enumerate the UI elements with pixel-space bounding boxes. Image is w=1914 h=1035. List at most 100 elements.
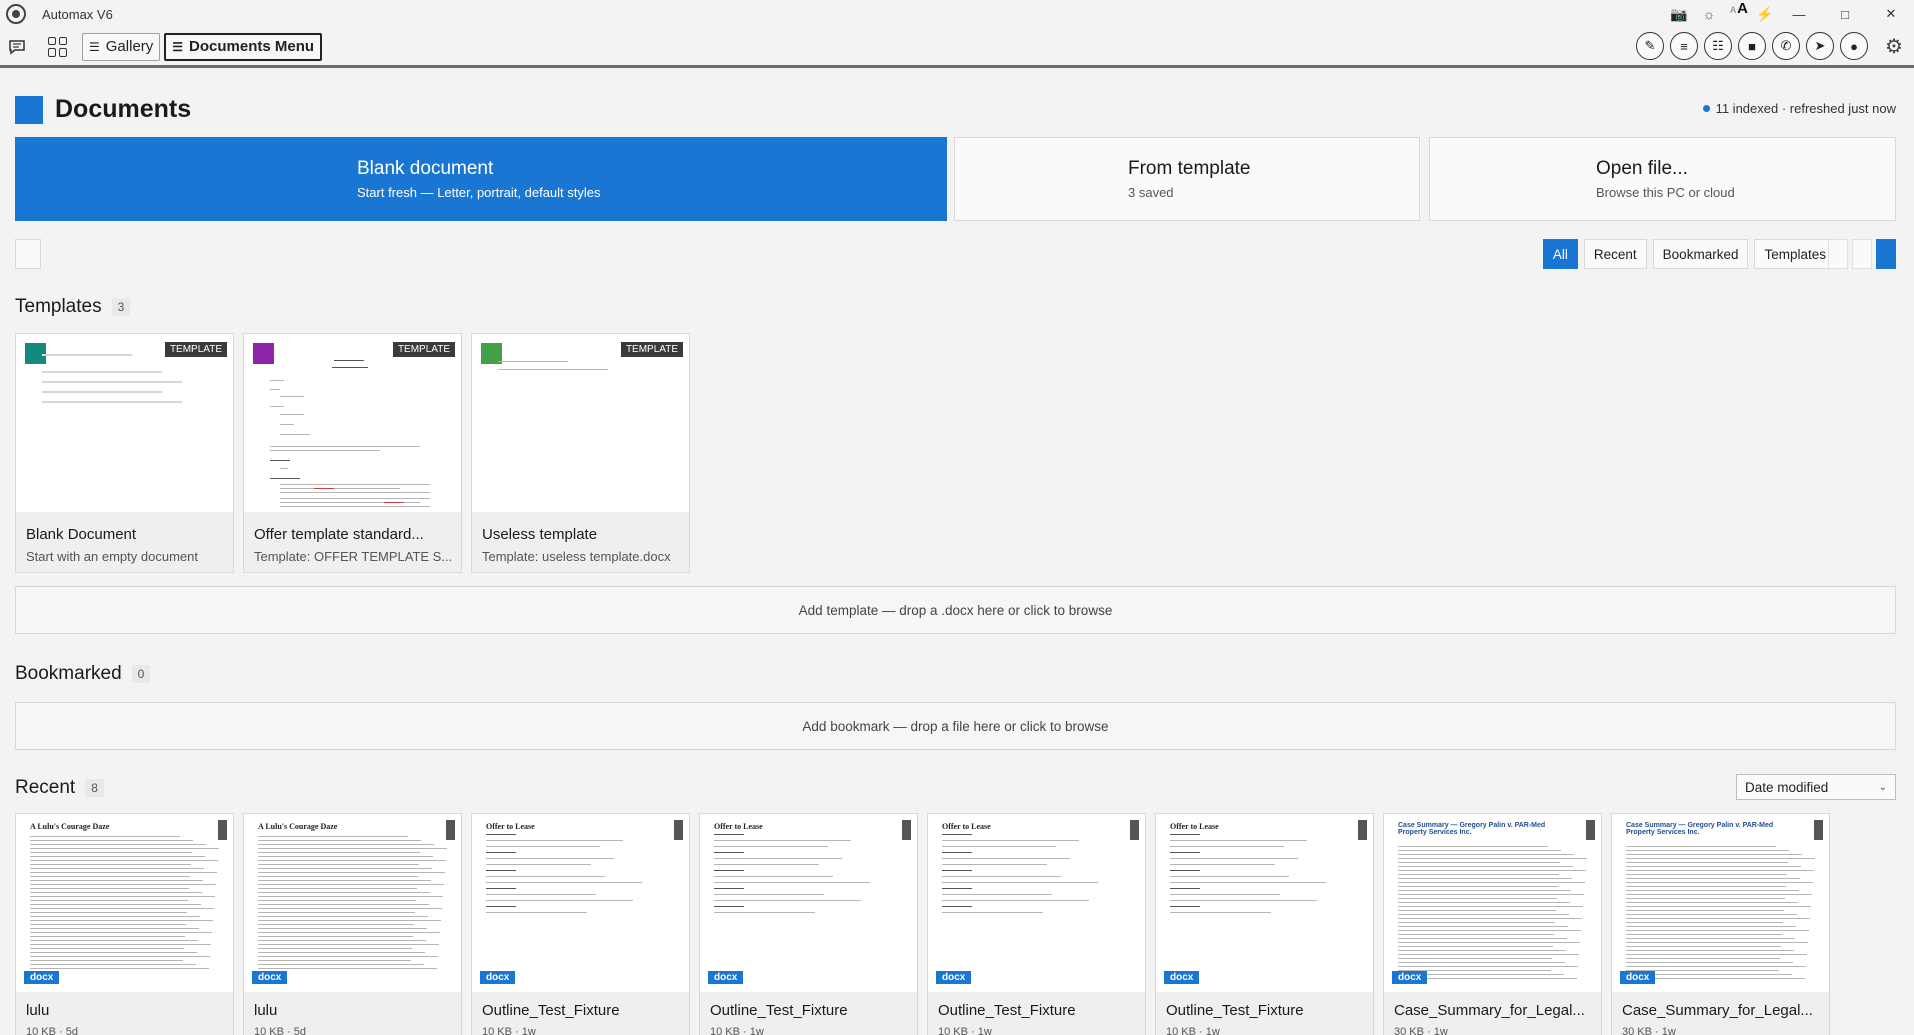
sort-dropdown[interactable]: Date modified ⌄ bbox=[1736, 774, 1896, 800]
message-icon[interactable]: ● bbox=[1840, 32, 1868, 60]
maximize-icon[interactable]: □ bbox=[1822, 0, 1868, 28]
phone-icon[interactable]: ✆ bbox=[1772, 32, 1800, 60]
bookmark-icon[interactable] bbox=[674, 820, 683, 840]
brightness-icon[interactable]: ☼ bbox=[1694, 0, 1724, 28]
thumbnail-title: Offer to Lease bbox=[942, 822, 991, 831]
chat-icon[interactable] bbox=[6, 36, 28, 58]
close-icon[interactable]: ✕ bbox=[1868, 0, 1914, 28]
view-compact-button[interactable] bbox=[1852, 239, 1872, 269]
bookmark-icon[interactable] bbox=[1586, 820, 1595, 840]
automax-logo-icon bbox=[6, 4, 26, 24]
bookmark-icon[interactable] bbox=[1814, 820, 1823, 840]
signature-icon[interactable]: ✎ bbox=[1636, 32, 1664, 60]
search-box[interactable] bbox=[15, 239, 41, 269]
add-bookmark-dropzone[interactable]: Add bookmark — drop a file here or click… bbox=[15, 702, 1896, 750]
recent-document-card[interactable]: Offer to Lease docx Outline_Test_Fixture 10… bbox=[1155, 813, 1374, 1035]
filter-recent[interactable]: Recent bbox=[1583, 239, 1647, 269]
template-subtitle: Template: OFFER TEMPLATE S... bbox=[254, 549, 453, 564]
bookmark-icon[interactable] bbox=[1358, 820, 1367, 840]
recent-document-card[interactable]: Case Summary — Gregory Palin v. PAR-Med … bbox=[1611, 813, 1830, 1035]
page-title: Documents bbox=[55, 95, 192, 123]
open-file-button[interactable]: Open file... Browse this PC or cloud bbox=[1429, 137, 1896, 221]
recent-document-card[interactable]: A Lulu's Courage Daze docx lulu 10 KB · 5d bbox=[243, 813, 462, 1035]
main-toolbar: ☰ Gallery ☰ Documents Menu ✎ ≡ ☷ ■ ✆ ➤ ●… bbox=[0, 28, 1914, 68]
filter-templates[interactable]: Templates bbox=[1754, 239, 1836, 269]
document-meta: 30 KB · 1w bbox=[1394, 1026, 1448, 1035]
camera-icon[interactable]: 📷 bbox=[1664, 0, 1694, 28]
recent-document-card[interactable]: Offer to Lease docx Outline_Test_Fixture 10… bbox=[471, 813, 690, 1035]
recent-document-card[interactable]: Offer to Lease docx Outline_Test_Fixture 10… bbox=[699, 813, 918, 1035]
minimize-icon[interactable]: — bbox=[1776, 0, 1822, 28]
filter-chips: All Recent Bookmarked Templates bbox=[1542, 239, 1836, 269]
document-name: Outline_Test_Fixture bbox=[482, 1002, 620, 1019]
thumbnail-title: A Lulu's Courage Daze bbox=[30, 822, 110, 831]
template-card-offer[interactable]: TEMPLATE Offer template standard... Temp… bbox=[243, 333, 462, 573]
template-color-swatch bbox=[253, 343, 274, 364]
template-name: Blank Document bbox=[26, 526, 137, 543]
resume-icon[interactable]: ≡ bbox=[1670, 32, 1698, 60]
template-thumbnail: TEMPLATE bbox=[244, 334, 461, 512]
tab-documents-menu[interactable]: ☰ Documents Menu bbox=[164, 32, 323, 61]
recent-count: 8 bbox=[85, 779, 104, 797]
send-icon[interactable]: ➤ bbox=[1806, 32, 1834, 60]
bookmark-icon[interactable] bbox=[446, 820, 455, 840]
filter-all[interactable]: All bbox=[1542, 239, 1578, 269]
bookmark-icon[interactable] bbox=[218, 820, 227, 840]
from-template-button[interactable]: From template 3 saved bbox=[954, 137, 1420, 221]
recent-document-card[interactable]: Offer to Lease docx Outline_Test_Fixture 10… bbox=[927, 813, 1146, 1035]
template-subtitle: Template: useless template.docx bbox=[482, 549, 671, 564]
template-badge: TEMPLATE bbox=[164, 342, 227, 357]
thumbnail-title: Offer to Lease bbox=[714, 822, 763, 831]
document-meta: 30 KB · 1w bbox=[1622, 1026, 1676, 1035]
document-name: Outline_Test_Fixture bbox=[938, 1002, 1076, 1019]
thumbnail-title: Offer to Lease bbox=[1170, 822, 1219, 831]
database-icon[interactable]: ☷ bbox=[1704, 32, 1732, 60]
status-dot-icon bbox=[1702, 105, 1710, 112]
menu-lines-icon: ☰ bbox=[172, 39, 184, 54]
template-card-blank[interactable]: TEMPLATE Blank Document Start with an em… bbox=[15, 333, 234, 573]
documents-page: Documents 11 indexed · refreshed just no… bbox=[0, 71, 1914, 1035]
template-badge: TEMPLATE bbox=[392, 342, 455, 357]
view-grid-button[interactable] bbox=[1876, 239, 1896, 269]
document-meta: 10 KB · 5d bbox=[254, 1026, 306, 1035]
document-thumbnail: Offer to Lease docx bbox=[700, 814, 917, 992]
templates-heading: Templates bbox=[15, 296, 102, 317]
template-card-useless[interactable]: TEMPLATE Useless template Template: usel… bbox=[471, 333, 690, 573]
template-thumbnail: TEMPLATE bbox=[16, 334, 233, 512]
document-name: Outline_Test_Fixture bbox=[1166, 1002, 1304, 1019]
document-name: lulu bbox=[254, 1002, 278, 1019]
recent-heading: Recent bbox=[15, 777, 76, 798]
document-meta: 10 KB · 5d bbox=[26, 1026, 78, 1035]
view-list-button[interactable] bbox=[1828, 239, 1848, 269]
app-title: Automax V6 bbox=[42, 6, 113, 22]
folder-icon[interactable]: ■ bbox=[1738, 32, 1766, 60]
recent-document-card[interactable]: Case Summary — Gregory Palin v. PAR-Med … bbox=[1383, 813, 1602, 1035]
lightning-icon[interactable]: ⚡ bbox=[1754, 0, 1776, 28]
template-name: Offer template standard... bbox=[254, 526, 424, 543]
bookmark-icon[interactable] bbox=[902, 820, 911, 840]
templates-count: 3 bbox=[111, 298, 131, 316]
gear-icon[interactable]: ⚙ bbox=[1880, 32, 1908, 60]
add-template-dropzone[interactable]: Add template — drop a .docx here or clic… bbox=[15, 586, 1896, 634]
recent-document-card[interactable]: A Lulu's Courage Daze docx lulu 10 KB · 5d bbox=[15, 813, 234, 1035]
blank-document-button[interactable]: Blank document Start fresh — Letter, por… bbox=[15, 137, 947, 221]
document-thumbnail: A Lulu's Courage Daze docx bbox=[16, 814, 233, 992]
file-type-badge: docx bbox=[936, 971, 972, 984]
title-bar: Automax V6 📷 ☼ A A ⚡ — □ ✕ bbox=[0, 0, 1914, 28]
file-type-badge: docx bbox=[708, 971, 744, 984]
bookmark-icon[interactable] bbox=[1130, 820, 1139, 840]
font-size-toggle[interactable]: A A bbox=[1724, 0, 1754, 28]
file-type-badge: docx bbox=[252, 971, 288, 984]
document-name: Case_Summary_for_Legal... bbox=[1394, 1002, 1585, 1019]
thumbnail-title: Case Summary — Gregory Palin v. PAR-Med … bbox=[1626, 822, 1774, 836]
grid-icon[interactable] bbox=[48, 36, 68, 57]
tab-gallery[interactable]: ☰ Gallery bbox=[82, 32, 161, 61]
template-thumbnail: TEMPLATE bbox=[472, 334, 689, 512]
thumbnail-title: Offer to Lease bbox=[486, 822, 535, 831]
index-status: 11 indexed · refreshed just now bbox=[1702, 101, 1896, 116]
filter-bookmarked[interactable]: Bookmarked bbox=[1652, 239, 1749, 269]
documents-icon bbox=[15, 95, 43, 124]
thumbnail-title: Case Summary — Gregory Palin v. PAR-Med … bbox=[1398, 822, 1546, 836]
document-meta: 10 KB · 1w bbox=[710, 1026, 764, 1035]
file-type-badge: docx bbox=[1164, 971, 1200, 984]
